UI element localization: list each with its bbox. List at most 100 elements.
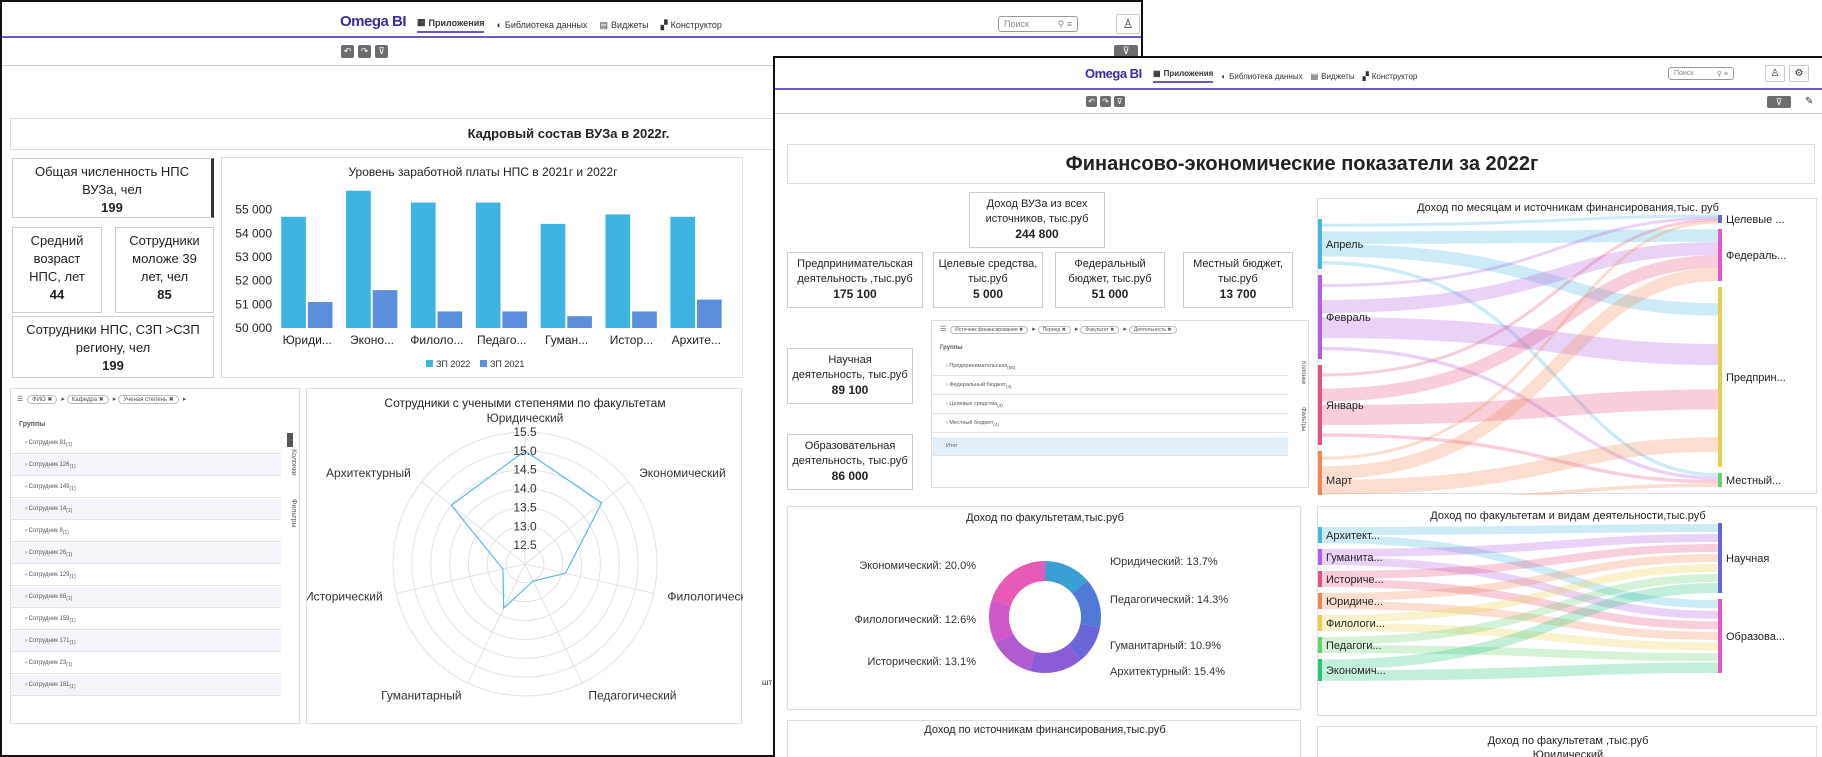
user-icon[interactable]: ♙ <box>1116 14 1140 34</box>
bar-2021[interactable] <box>632 311 657 328</box>
bar-2022[interactable] <box>281 216 306 328</box>
sankey-source-node[interactable] <box>1318 571 1322 587</box>
table-row[interactable]: › Сотрудник 23(1) <box>11 653 281 674</box>
sankey-source-node[interactable] <box>1318 593 1322 609</box>
table-row-label: Сотрудник 149 <box>28 484 70 490</box>
user-icon-2[interactable]: ♙ <box>1765 65 1785 82</box>
chip-degree[interactable]: Ученая степень ✖ <box>118 395 179 404</box>
sankey-flow[interactable] <box>1321 524 1719 535</box>
bar-2021[interactable] <box>567 316 592 328</box>
table-row[interactable]: › Сотрудник 8(1) <box>11 521 281 542</box>
chip-fio[interactable]: ФИО ✖ <box>27 395 58 404</box>
table-row[interactable]: › Сотрудник 171(1) <box>11 631 281 652</box>
table-menu-icon-2[interactable]: ☰ <box>940 326 946 333</box>
nav-apps[interactable]: ▦ Приложения <box>417 17 485 33</box>
main-nav-2: ▦ Приложения ◐ Библиотека данных ▤ Видже… <box>1153 69 1417 83</box>
search-input[interactable]: Поиск ⚲ ≡ <box>998 16 1078 32</box>
redo-icon-2[interactable]: ↷ <box>1100 96 1111 107</box>
table-row-count: (1) <box>66 442 73 449</box>
kpi-target-label: Целевые средства, тыс.руб <box>938 258 1038 285</box>
sankey-source-node[interactable] <box>1318 451 1322 509</box>
app-logo[interactable]: Omega BI <box>340 13 407 30</box>
settings-icon[interactable]: ⚙ <box>1789 65 1809 82</box>
sankey-target-node[interactable] <box>1718 523 1722 593</box>
bar-2022[interactable] <box>475 202 501 328</box>
toolbar-2: ↶ ↷ ⊽ ⊽ ✎ <box>775 92 1822 114</box>
redo-icon[interactable]: ↷ <box>358 45 371 58</box>
chip-period[interactable]: Период ✖ <box>1037 326 1071 334</box>
nav-data-library[interactable]: ◐ Библиотека данных <box>496 17 587 33</box>
table-row-count: (1) <box>66 552 73 559</box>
sankey-source-node[interactable] <box>1318 637 1322 653</box>
undo-icon[interactable]: ↶ <box>341 45 354 58</box>
sankey-target-node[interactable] <box>1718 287 1722 467</box>
sankey-target-node[interactable] <box>1718 229 1722 281</box>
nav-widgets-2[interactable]: ▤ Виджеты <box>1311 69 1355 83</box>
bar-2022[interactable] <box>605 214 631 328</box>
radar-axis-label: Экономический <box>639 466 726 480</box>
chip-department[interactable]: Кафедра ✖ <box>66 395 109 404</box>
sankey-source-node[interactable] <box>1318 275 1322 359</box>
columns-tab[interactable]: Колонки <box>290 449 297 476</box>
nav-widgets[interactable]: ▤ Виджеты <box>600 17 649 33</box>
filters-tab[interactable]: Фильтры <box>290 499 297 528</box>
bar-2021[interactable] <box>437 311 463 328</box>
table-row[interactable]: › Сотрудник 68(1) <box>11 587 281 608</box>
filter-icon-2[interactable]: ⊽ <box>1767 96 1791 108</box>
top-bar: Omega BI ▦ Приложения ◐ Библиотека данны… <box>2 2 1141 38</box>
chip-source[interactable]: Источник финансирования ✖ <box>950 326 1029 334</box>
clear-filter-icon-2[interactable]: ⊽ <box>1114 96 1125 107</box>
table-row[interactable]: › Сотрудник 181(1) <box>11 675 281 696</box>
columns-tab-2[interactable]: Колонки <box>1300 361 1306 384</box>
sankey-faculty-svg: Доход по факультетам и видам деятельност… <box>1318 510 1785 681</box>
bar-2022[interactable] <box>410 202 436 328</box>
bar-2021[interactable] <box>307 301 333 328</box>
table-row-label: Местный бюджет <box>949 420 994 426</box>
table-row[interactable]: › Сотрудник 26(1) <box>11 543 281 564</box>
bar-2021[interactable] <box>502 311 528 328</box>
sankey-source-node[interactable] <box>1318 615 1322 631</box>
chip-activity[interactable]: Деятельность ✖ <box>1128 326 1177 334</box>
nav-constructor-2[interactable]: ▞ Конструктор <box>1363 69 1418 83</box>
table-row[interactable]: › Сотрудник 129(1) <box>11 565 281 586</box>
bar-2022[interactable] <box>346 190 371 328</box>
kpi-business-value: 175 100 <box>833 287 877 301</box>
table-row[interactable]: › Сотрудник 126(1) <box>11 455 281 476</box>
app-logo-2[interactable]: Omega BI <box>1085 66 1142 81</box>
nav-apps-2[interactable]: ▦ Приложения <box>1153 69 1214 83</box>
filters-tab-2[interactable]: Фильтры <box>1300 407 1306 431</box>
radar-axis-label: Педагогический <box>588 689 676 703</box>
sankey-target-node[interactable] <box>1718 215 1722 223</box>
chip-faculty[interactable]: Факультет ✖ <box>1080 326 1120 334</box>
sankey-source-node[interactable] <box>1318 659 1322 681</box>
top-bar-2: Omega BI ▦ Приложения ◐ Библиотека данны… <box>775 58 1822 90</box>
search-input-2[interactable]: Поиск ⚲ ≡ <box>1668 67 1734 80</box>
nav-constructor[interactable]: ▞ Конструктор <box>661 17 722 33</box>
table-total-row[interactable]: Итог <box>932 437 1288 456</box>
table-row[interactable]: › Сотрудник 149(1) <box>11 477 281 498</box>
table-row[interactable]: › Сотрудник 159(1) <box>11 609 281 630</box>
bar-2021[interactable] <box>372 290 398 328</box>
sankey-source-node[interactable] <box>1318 549 1322 565</box>
nav-data-library-2[interactable]: ◐ Библиотека данных <box>1221 69 1302 83</box>
bar-2022[interactable] <box>540 223 566 328</box>
table-row[interactable]: › Целевые средства(4) <box>932 395 1288 414</box>
table-row[interactable]: › Федеральный бюджет(4) <box>932 376 1288 395</box>
bar-2022[interactable] <box>670 216 696 328</box>
scrollbar-thumb[interactable] <box>287 433 293 447</box>
sankey-source-node[interactable] <box>1318 219 1322 269</box>
sankey-target-node[interactable] <box>1718 473 1722 487</box>
bar-2021[interactable] <box>697 299 722 328</box>
donut-slice[interactable] <box>991 561 1045 606</box>
table-row[interactable]: › Местный бюджет(4) <box>932 414 1288 433</box>
undo-icon-2[interactable]: ↶ <box>1086 96 1097 107</box>
sankey-source-node[interactable] <box>1318 365 1322 445</box>
table-row[interactable]: › Предпринимательская(56) <box>932 357 1288 376</box>
sankey-source-node[interactable] <box>1318 527 1322 543</box>
table-row[interactable]: › Сотрудник 14(1) <box>11 499 281 520</box>
sankey-target-node[interactable] <box>1718 599 1722 673</box>
table-menu-icon[interactable]: ☰ <box>17 396 23 403</box>
table-row[interactable]: › Сотрудник 81(1) <box>11 433 281 454</box>
edit-icon[interactable]: ✎ <box>1805 96 1813 107</box>
clear-filter-icon[interactable]: ⊽ <box>375 45 388 58</box>
